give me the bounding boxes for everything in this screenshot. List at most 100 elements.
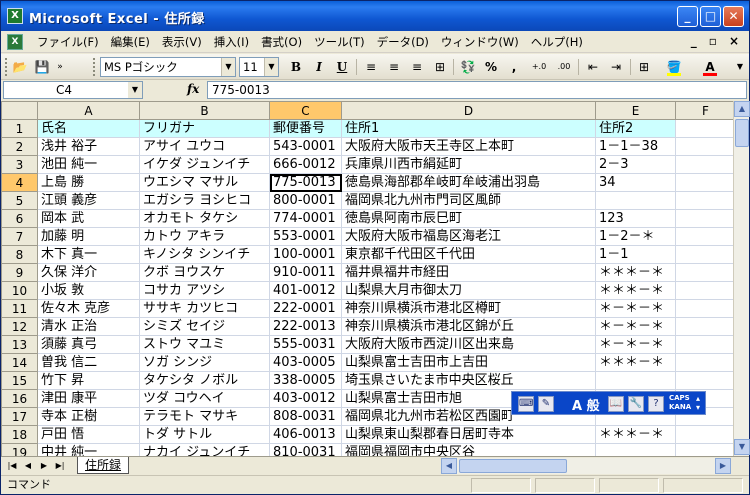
cell[interactable] — [675, 173, 736, 192]
cell[interactable]: 寺本 正樹 — [37, 407, 140, 426]
cell[interactable]: 住所2 — [595, 119, 676, 138]
cell[interactable]: 774-0001 — [269, 209, 342, 228]
cell[interactable]: 須藤 真弓 — [37, 335, 140, 354]
cell[interactable]: 910-0011 — [269, 263, 342, 282]
scroll-up-icon[interactable]: ▲ — [734, 101, 750, 117]
chevron-down-icon[interactable]: ▼ — [264, 58, 278, 76]
cell[interactable]: カトウ アキラ — [139, 227, 270, 246]
row-header[interactable]: 16 — [1, 389, 38, 408]
cell[interactable]: 403-0012 — [269, 389, 342, 408]
cell[interactable]: テラモト マサキ — [139, 407, 270, 426]
cell[interactable]: ナカイ ジュンイチ — [139, 443, 270, 456]
cell[interactable]: 木下 真一 — [37, 245, 140, 264]
cell[interactable]: 800-0001 — [269, 191, 342, 210]
cell[interactable]: 401-0012 — [269, 281, 342, 300]
toolbar-options-icon[interactable]: ▼ — [735, 58, 745, 76]
row-header[interactable]: 8 — [1, 245, 38, 264]
currency-icon[interactable]: 💱 — [459, 58, 477, 76]
cell[interactable] — [675, 425, 736, 444]
cell[interactable]: 222-0013 — [269, 317, 342, 336]
cell[interactable] — [675, 245, 736, 264]
cell[interactable]: シミズ セイジ — [139, 317, 270, 336]
increase-decimal-button[interactable]: +.0 — [528, 58, 550, 76]
cell[interactable]: 住所1 — [341, 119, 596, 138]
cell[interactable] — [675, 191, 736, 210]
cell[interactable]: ツダ コウヘイ — [139, 389, 270, 408]
cell[interactable]: ＊＊＊－＊ — [595, 353, 676, 372]
cell[interactable] — [675, 281, 736, 300]
cell[interactable]: 兵庫県川西市絹延町 — [341, 155, 596, 174]
cell[interactable]: 34 — [595, 173, 676, 192]
align-left-icon[interactable]: ≡ — [362, 58, 380, 76]
merge-center-icon[interactable]: ⊞ — [431, 58, 449, 76]
row-header[interactable]: 2 — [1, 137, 38, 156]
cell[interactable]: 氏名 — [37, 119, 140, 138]
help-icon[interactable]: ? — [648, 396, 664, 412]
cell[interactable]: フリガナ — [139, 119, 270, 138]
cell[interactable]: ＊＊＊－＊ — [595, 263, 676, 282]
bold-button[interactable]: B — [287, 58, 305, 76]
cell[interactable]: 406-0013 — [269, 425, 342, 444]
cell[interactable] — [675, 263, 736, 282]
last-sheet-icon[interactable]: ▶| — [53, 459, 67, 473]
cell[interactable] — [675, 299, 736, 318]
row-header[interactable]: 12 — [1, 317, 38, 336]
cell[interactable]: エガシラ ヨシヒコ — [139, 191, 270, 210]
cell[interactable] — [675, 119, 736, 138]
cell[interactable]: 福岡県北九州市門司区風師 — [341, 191, 596, 210]
row-header[interactable]: 13 — [1, 335, 38, 354]
row-header[interactable]: 4 — [1, 173, 38, 192]
cell[interactable]: 浅井 裕子 — [37, 137, 140, 156]
font-size-select[interactable]: 11 ▼ — [239, 57, 279, 77]
select-all-corner[interactable] — [1, 101, 38, 120]
italic-button[interactable]: I — [310, 58, 328, 76]
column-header[interactable]: F — [675, 101, 736, 120]
borders-icon[interactable]: ⊞ — [635, 58, 653, 76]
row-header[interactable]: 11 — [1, 299, 38, 318]
cell[interactable]: 中井 純一 — [37, 443, 140, 456]
function-icon[interactable]: fx — [187, 82, 199, 96]
cell[interactable]: 池田 純一 — [37, 155, 140, 174]
row-header[interactable]: 18 — [1, 425, 38, 444]
row-header[interactable]: 17 — [1, 407, 38, 426]
font-name-select[interactable]: MS Pゴシック ▼ — [100, 57, 236, 77]
row-header[interactable]: 1 — [1, 119, 38, 138]
cell[interactable]: 大阪府大阪市福島区海老江 — [341, 227, 596, 246]
cell[interactable]: ウエシマ マサル — [139, 173, 270, 192]
formula-input[interactable]: 775-0013 — [207, 81, 747, 99]
cell[interactable]: 403-0005 — [269, 353, 342, 372]
cell[interactable]: ストウ マユミ — [139, 335, 270, 354]
cell[interactable]: 郵便番号 — [269, 119, 342, 138]
scroll-right-icon[interactable]: ▶ — [715, 458, 731, 474]
cell[interactable] — [675, 137, 736, 156]
cell[interactable]: ＊＊＊－＊ — [595, 281, 676, 300]
input-mode-indicator[interactable]: A 般 — [572, 395, 600, 414]
cell[interactable]: 2－3 — [595, 155, 676, 174]
cell[interactable]: 神奈川県横浜市港北区樽町 — [341, 299, 596, 318]
chevron-down-icon[interactable]: ▼ — [221, 58, 235, 76]
row-header[interactable]: 9 — [1, 263, 38, 282]
cell[interactable]: クボ ヨウスケ — [139, 263, 270, 282]
cell[interactable]: キノシタ シンイチ — [139, 245, 270, 264]
cell[interactable] — [675, 317, 736, 336]
ime-tools-icon[interactable]: 🔧 — [628, 396, 644, 412]
cell[interactable]: 埼玉県さいたま市中央区桜丘 — [341, 371, 596, 390]
cell[interactable]: 東京都千代田区千代田 — [341, 245, 596, 264]
cell[interactable]: 山梨県富士吉田市上吉田 — [341, 353, 596, 372]
toolbar-options-icon[interactable]: » — [55, 58, 65, 76]
menu-item[interactable]: 表示(V) — [156, 34, 208, 50]
cell[interactable]: 775-0013 — [269, 173, 342, 192]
comma-style-button[interactable]: , — [505, 58, 523, 76]
name-box[interactable]: C4 ▼ — [3, 81, 143, 99]
doc-close-button[interactable]: × — [729, 34, 739, 48]
column-header[interactable]: B — [139, 101, 270, 120]
cell[interactable]: 福岡県福岡市中央区谷 — [341, 443, 596, 456]
column-header[interactable]: E — [595, 101, 676, 120]
row-header[interactable]: 6 — [1, 209, 38, 228]
fill-color-icon[interactable]: 🪣 — [665, 58, 683, 76]
maximize-button[interactable]: □ — [700, 6, 721, 27]
save-icon[interactable]: 💾 — [33, 58, 51, 76]
cell[interactable]: 山梨県東山梨郡春日居町寺本 — [341, 425, 596, 444]
column-header[interactable]: A — [37, 101, 140, 120]
cell[interactable]: 山梨県大月市御太刀 — [341, 281, 596, 300]
